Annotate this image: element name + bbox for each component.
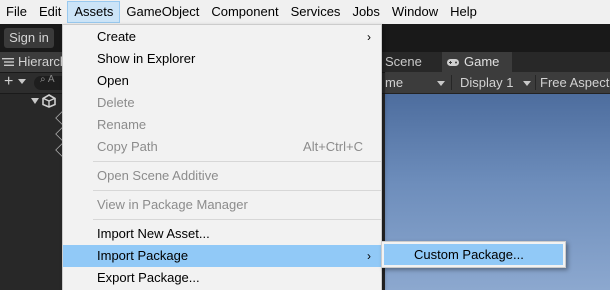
tab-hierarchy-label: Hierarch: [18, 54, 68, 69]
menu-services[interactable]: Services: [285, 1, 347, 23]
menu-item-open-scene-additive: Open Scene Additive: [97, 168, 219, 183]
game-mode-label: me: [385, 75, 404, 90]
tab-game-label: Game: [464, 54, 500, 69]
sign-in-button[interactable]: Sign in: [4, 28, 54, 48]
game-view-toolbar: me Display 1 Free Aspect: [385, 72, 610, 94]
menu-file[interactable]: File: [0, 1, 33, 23]
menu-separator: [93, 161, 381, 162]
tab-scene-label: Scene: [385, 54, 422, 69]
chevron-right-icon: ›: [367, 30, 371, 44]
divider: [451, 75, 452, 90]
game-mode-dropdown[interactable]: me: [385, 72, 403, 93]
display-label: Display 1: [460, 75, 514, 90]
gamepad-icon: [447, 59, 459, 66]
tab-game[interactable]: Game: [442, 52, 512, 72]
menu-item-import-package[interactable]: Import Package ›: [63, 245, 381, 267]
menu-item-create[interactable]: Create ›: [63, 26, 381, 48]
menu-edit[interactable]: Edit: [33, 1, 67, 23]
menu-item-open[interactable]: Open: [63, 70, 381, 92]
menu-item-rename: Rename: [97, 117, 147, 132]
chevron-down-icon[interactable]: [437, 72, 445, 93]
tab-scene[interactable]: Scene: [385, 52, 441, 72]
chevron-down-icon[interactable]: [523, 72, 531, 93]
menu-gameobject[interactable]: GameObject: [120, 1, 205, 23]
menu-jobs[interactable]: Jobs: [346, 1, 385, 23]
aspect-label: Free Aspect: [540, 75, 610, 90]
menu-item-view-in-package-manager: View in Package Manager: [97, 197, 248, 212]
main-menu-bar: File Edit Assets GameObject Component Se…: [0, 0, 610, 24]
chevron-down-icon[interactable]: [18, 79, 26, 84]
unity-scene-icon: [42, 94, 56, 108]
menu-assets[interactable]: Assets: [67, 1, 121, 23]
view-tab-bar: Scene Game: [385, 52, 610, 72]
list-icon: [2, 58, 14, 66]
display-dropdown[interactable]: Display 1: [460, 72, 513, 93]
menu-separator: [93, 190, 381, 191]
menu-help[interactable]: Help: [444, 1, 483, 23]
menu-item-delete: Delete: [97, 95, 135, 110]
menu-item-custom-package[interactable]: Custom Package...: [384, 244, 563, 265]
add-icon[interactable]: +: [4, 73, 13, 91]
import-package-submenu: Custom Package...: [381, 241, 566, 268]
search-icon: ⌕ A: [40, 74, 55, 85]
menu-item-import-new-asset[interactable]: Import New Asset...: [63, 223, 381, 245]
menu-window[interactable]: Window: [386, 1, 444, 23]
menu-separator: [93, 219, 381, 220]
divider: [535, 75, 536, 90]
menu-item-show-in-explorer[interactable]: Show in Explorer: [63, 48, 381, 70]
aspect-dropdown[interactable]: Free Aspect: [540, 72, 609, 93]
expand-caret-icon[interactable]: [31, 98, 39, 104]
menu-item-export-package[interactable]: Export Package...: [63, 267, 381, 289]
chevron-right-icon: ›: [367, 249, 371, 263]
menu-component[interactable]: Component: [205, 1, 284, 23]
assets-dropdown-menu: Create › Show in Explorer Open Delete Re…: [62, 24, 382, 290]
menu-item-copy-path: Copy Path Alt+Ctrl+C: [97, 139, 363, 154]
